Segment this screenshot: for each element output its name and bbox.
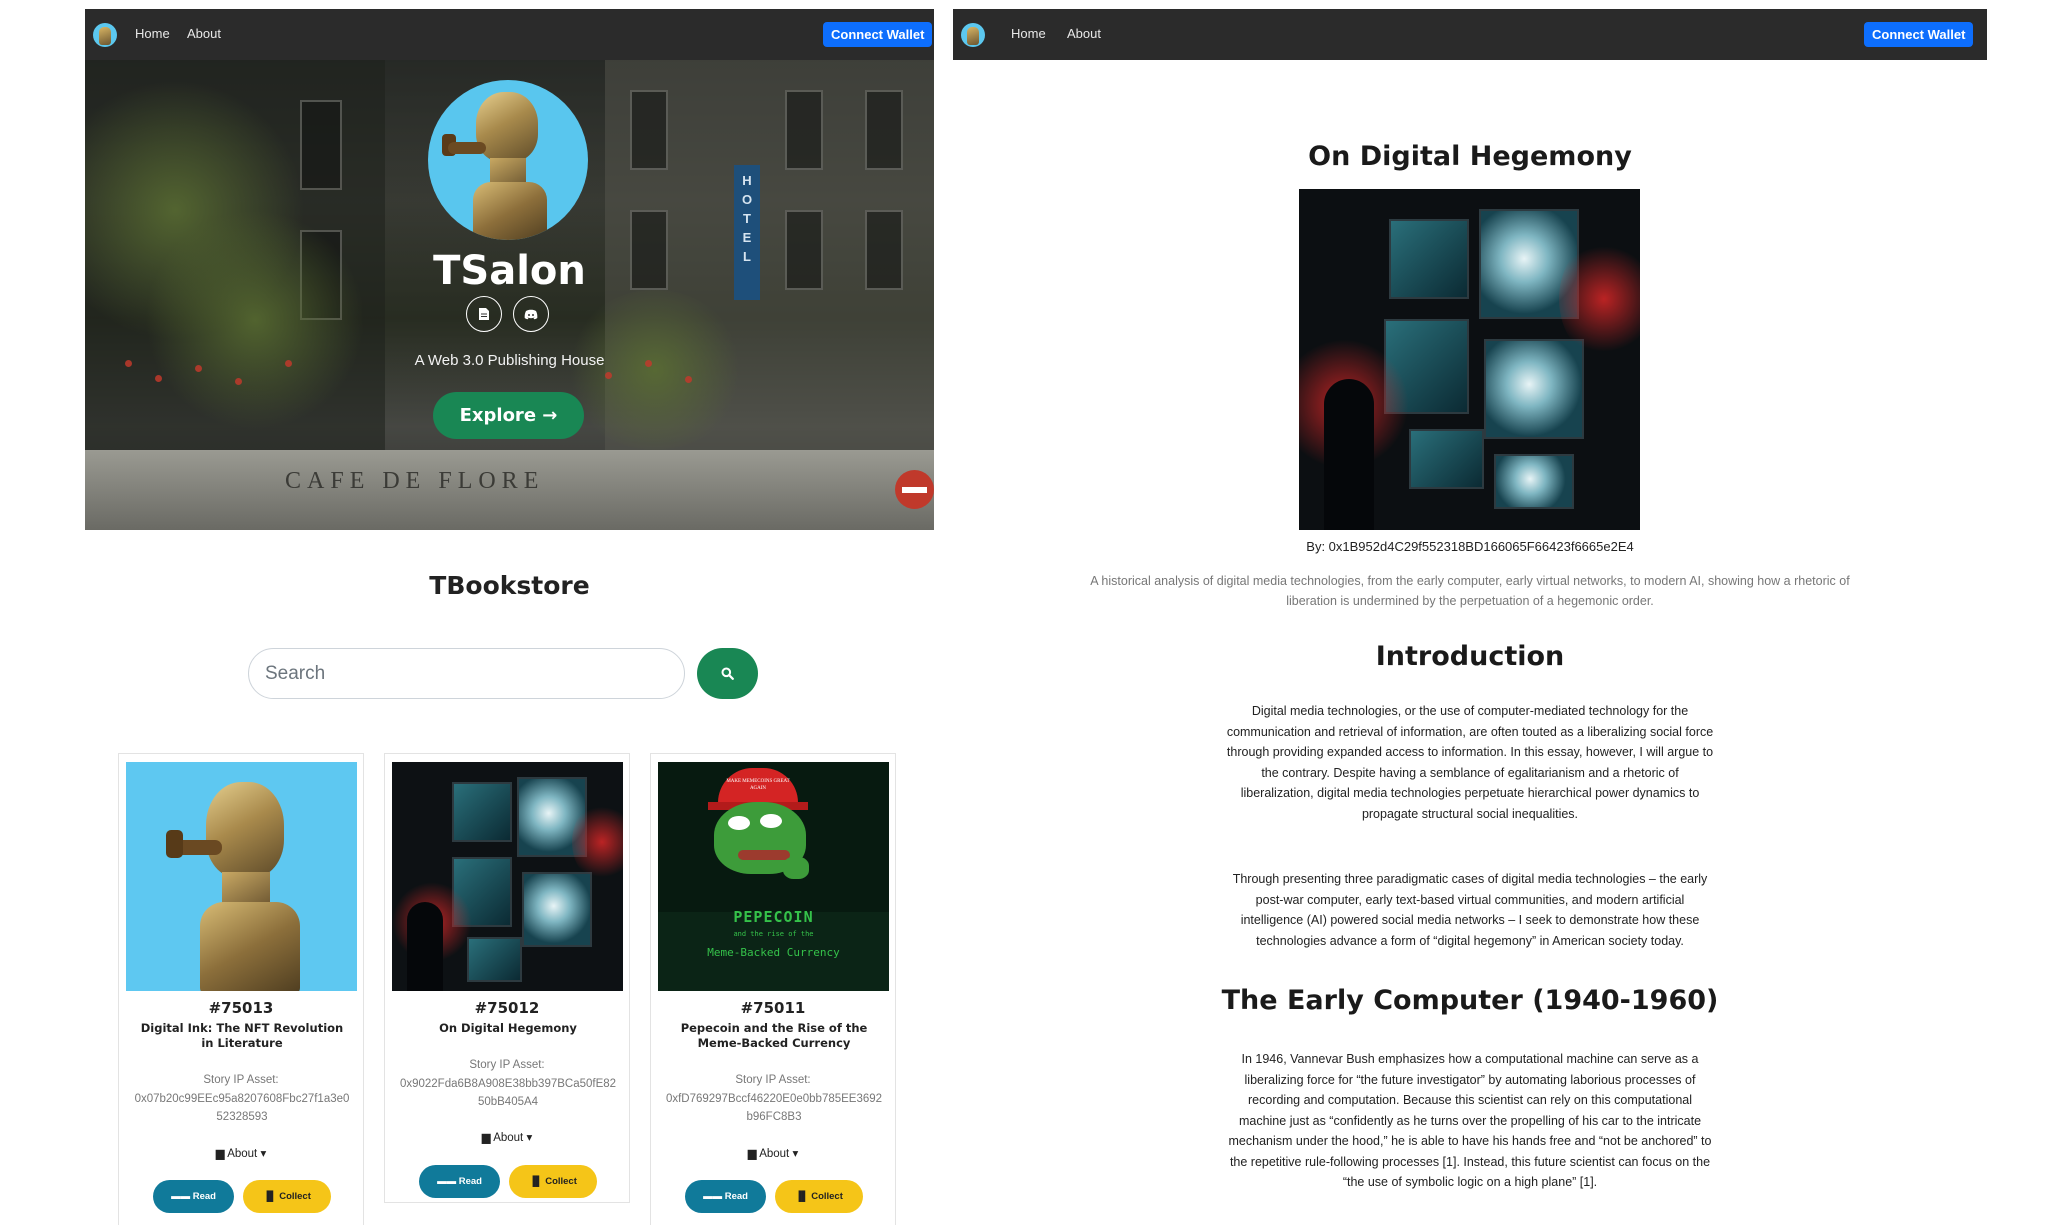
- read-label: Read: [458, 1176, 482, 1187]
- navbar: Home About Connect Wallet: [953, 9, 1987, 60]
- read-button[interactable]: ▬▬ Read: [153, 1180, 234, 1213]
- navbar: Home About Connect Wallet: [85, 9, 934, 60]
- hero-avatar: [428, 80, 588, 240]
- read-label: Read: [192, 1191, 216, 1202]
- collect-button[interactable]: ▐▌ Collect: [509, 1165, 597, 1198]
- asset-address: 0x9022Fda6B8A908E38bb397BCa50fE8250bB405…: [399, 1078, 617, 1108]
- caret-down-icon: ▾: [792, 1148, 799, 1160]
- cover-sub: and the rise of the: [733, 930, 814, 938]
- search-icon: [721, 667, 734, 680]
- cafe-sign-text: CAFE DE FLORE: [285, 468, 545, 494]
- collect-label: Collect: [811, 1191, 843, 1202]
- book-title: On Digital Hegemony: [439, 1021, 577, 1035]
- asset-label: Story IP Asset:: [203, 1074, 279, 1086]
- no-entry-sign: [895, 470, 934, 509]
- book-card: #75012 On Digital Hegemony Story IP Asse…: [384, 753, 630, 1203]
- paragraph: In 1946, Vannevar Bush emphasizes how a …: [1228, 1052, 1712, 1189]
- book-id: #75013: [208, 999, 274, 1017]
- store-title: TBookstore: [429, 571, 590, 600]
- left-window: Home About Connect Wallet HOTEL CAFE DE …: [85, 9, 934, 1225]
- collect-button[interactable]: ▐▌ Collect: [243, 1180, 331, 1213]
- nav-about-link[interactable]: About: [187, 26, 221, 41]
- asset-label: Story IP Asset:: [735, 1074, 811, 1086]
- hat-text: MAKE MEMECOINS GREAT AGAIN: [726, 779, 790, 791]
- caret-down-icon: ▾: [260, 1148, 267, 1160]
- collect-label: Collect: [279, 1191, 311, 1202]
- book-cover-image[interactable]: MAKE MEMECOINS GREAT AGAIN PEPECOIN and …: [658, 762, 889, 991]
- hero-title: TSalon: [433, 248, 586, 294]
- bookmark-icon: ▐▌: [795, 1191, 812, 1202]
- hero-banner: HOTEL CAFE DE FLORE TSalon A Web 3.0 Pub…: [85, 60, 934, 530]
- document-icon[interactable]: [466, 296, 502, 332]
- bookmark-icon: ▐▌: [263, 1191, 280, 1202]
- explore-button[interactable]: Explore →: [433, 392, 584, 439]
- book-icon: ▆: [215, 1148, 225, 1160]
- read-button[interactable]: ▬▬ Read: [685, 1180, 766, 1213]
- section-heading: Introduction: [1375, 641, 1565, 672]
- about-dropdown[interactable]: ▆ About ▾: [385, 1130, 629, 1144]
- collect-label: Collect: [545, 1176, 577, 1187]
- book-cover-image[interactable]: [392, 762, 623, 991]
- right-window: Home About Connect Wallet On Digital Heg…: [953, 9, 1987, 1225]
- book-card: #75013 Digital Ink: The NFT Revolution i…: [118, 753, 364, 1225]
- book-title: Digital Ink: The NFT Revolution in Liter…: [140, 1021, 344, 1050]
- connect-wallet-button[interactable]: Connect Wallet: [823, 22, 933, 47]
- article-byline: By: 0x1B952d4C29f552318BD166065F66423f66…: [1306, 539, 1634, 554]
- book-id: #75012: [474, 999, 540, 1017]
- article-cover-image: [1299, 189, 1640, 530]
- connect-wallet-button[interactable]: Connect Wallet: [1864, 22, 1974, 47]
- article-title: On Digital Hegemony: [1308, 141, 1632, 172]
- about-dropdown[interactable]: ▆ About ▾: [119, 1146, 363, 1160]
- book-title: Pepecoin and the Rise of the Meme-Backed…: [680, 1021, 868, 1050]
- book-open-icon: ▬▬: [703, 1191, 725, 1202]
- about-label: About: [493, 1132, 524, 1144]
- book-open-icon: ▬▬: [171, 1191, 193, 1202]
- asset-label: Story IP Asset:: [469, 1059, 545, 1071]
- book-icon: ▆: [747, 1148, 757, 1160]
- about-label: About: [227, 1148, 258, 1160]
- bookmark-icon: ▐▌: [529, 1176, 546, 1187]
- article-abstract: A historical analysis of digital media t…: [1090, 574, 1850, 608]
- cover-headline: PEPECOIN: [733, 908, 814, 926]
- book-icon: ▆: [481, 1132, 491, 1144]
- discord-icon[interactable]: [513, 296, 549, 332]
- hero-tagline: A Web 3.0 Publishing House: [414, 352, 605, 369]
- site-logo-avatar[interactable]: [93, 23, 117, 47]
- paragraph: Through presenting three paradigmatic ca…: [1232, 872, 1708, 948]
- asset-address: 0x07b20c99EEc95a8207608Fbc27f1a3e0523285…: [134, 1093, 350, 1123]
- section-heading: The Early Computer (1940-1960): [1221, 985, 1719, 1016]
- about-label: About: [759, 1148, 790, 1160]
- book-id: #75011: [740, 999, 806, 1017]
- nav-about-link[interactable]: About: [1067, 26, 1101, 41]
- caret-down-icon: ▾: [526, 1132, 533, 1144]
- nav-home-link[interactable]: Home: [135, 26, 170, 41]
- paragraph: Digital media technologies, or the use o…: [1226, 704, 1714, 821]
- search-button[interactable]: [697, 648, 758, 699]
- search-input[interactable]: [248, 648, 685, 699]
- cover-tagline: Meme-Backed Currency: [707, 946, 840, 959]
- book-cover-image[interactable]: [126, 762, 357, 991]
- nav-home-link[interactable]: Home: [1011, 26, 1046, 41]
- read-label: Read: [724, 1191, 748, 1202]
- about-dropdown[interactable]: ▆ About ▾: [651, 1146, 895, 1160]
- collect-button[interactable]: ▐▌ Collect: [775, 1180, 863, 1213]
- book-open-icon: ▬▬: [437, 1176, 459, 1187]
- asset-address: 0xfD769297Bccf46220E0e0bb785EE3692b96FC8…: [665, 1093, 883, 1123]
- read-button[interactable]: ▬▬ Read: [419, 1165, 500, 1198]
- book-card: MAKE MEMECOINS GREAT AGAIN PEPECOIN and …: [650, 753, 896, 1225]
- site-logo-avatar[interactable]: [961, 23, 985, 47]
